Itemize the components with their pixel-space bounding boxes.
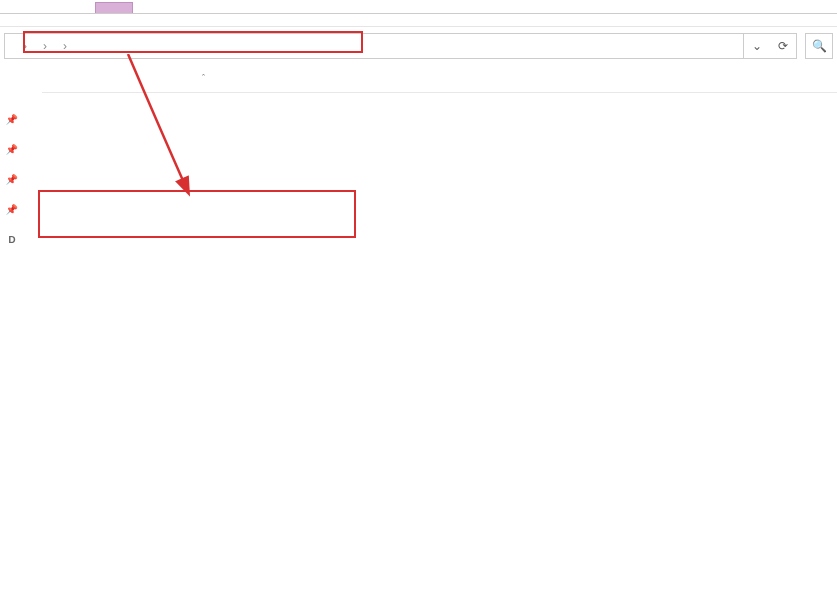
tab-share[interactable] [0,14,28,26]
search-input[interactable]: 🔍 [805,33,833,59]
quick-access-pins: 📌 📌 📌 📌 D [0,69,24,265]
ribbon-tabs [0,2,837,14]
file-panel: ˆ [24,69,837,265]
tab-app-tools[interactable] [56,14,84,26]
tab-manage[interactable] [95,2,133,13]
search-icon: 🔍 [812,39,827,53]
pin-icon[interactable]: 📌 [5,115,19,129]
pin-icon[interactable]: 📌 [5,145,19,159]
chevron-right-icon: › [19,39,31,53]
pin-icon[interactable]: 📌 [5,175,19,189]
chevron-right-icon: › [59,39,71,53]
sort-indicator-icon: ˆ [202,73,205,83]
tab-context-label [145,3,181,13]
dropdown-history-icon[interactable]: ⌄ [744,34,770,58]
pin-icon[interactable]: 📌 [5,205,19,219]
chevron-right-icon: › [39,39,51,53]
drive-letter: D [5,235,19,249]
address-bar[interactable]: › › › ⌄ ⟳ [4,33,797,59]
refresh-icon[interactable]: ⟳ [770,34,796,58]
view-tabs [0,14,837,27]
content-area: 📌 📌 📌 📌 D ˆ [0,69,837,265]
tab-view[interactable] [28,14,56,26]
column-headers: ˆ [42,69,837,93]
breadcrumb[interactable]: › › › [5,39,743,53]
